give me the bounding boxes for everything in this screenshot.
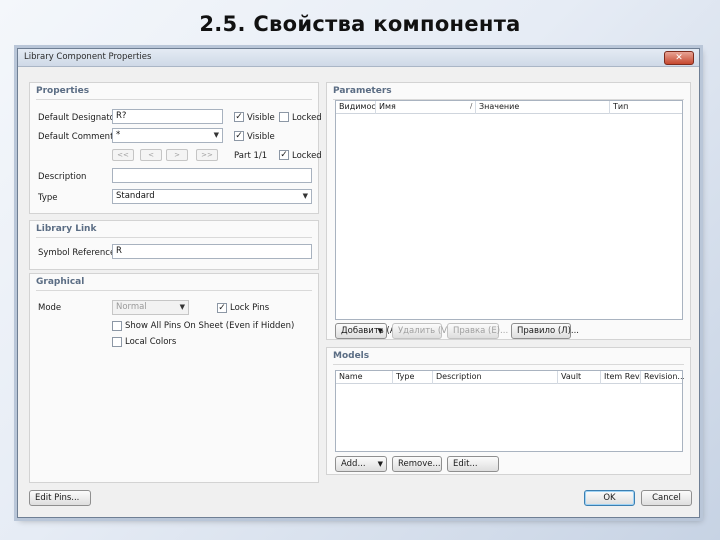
lock-pins-checkbox[interactable]: ✓: [217, 303, 227, 313]
ok-button[interactable]: OK: [584, 490, 635, 506]
parameters-rule-button[interactable]: Правило (Л)...: [511, 323, 579, 339]
dialog-titlebar: Library Component Properties ✕: [18, 49, 699, 67]
column-header-model-description[interactable]: Description: [433, 371, 558, 384]
mode-value: Normal: [116, 302, 147, 312]
column-header-vault[interactable]: Vault: [558, 371, 601, 384]
part-locked-checkbox[interactable]: ✓: [279, 150, 289, 160]
column-header-model-type[interactable]: Type: [393, 371, 433, 384]
chevron-down-icon: ▼: [213, 131, 219, 139]
column-header-type[interactable]: Тип: [610, 101, 684, 114]
properties-panel: Properties Default Designator R? ✓ Visib…: [29, 82, 322, 214]
last-part-button[interactable]: >>: [196, 149, 218, 161]
previous-part-button[interactable]: <: [140, 149, 162, 161]
chevron-down-icon: ▼: [377, 327, 383, 335]
divider: [333, 364, 684, 365]
description-label: Description: [38, 172, 87, 182]
next-part-button[interactable]: >: [166, 149, 188, 161]
library-link-heading: Library Link: [36, 224, 97, 234]
models-grid-header: Name Type Description Vault Item Rev... …: [336, 371, 684, 384]
show-all-pins-label: Show All Pins On Sheet (Even if Hidden): [125, 321, 295, 331]
designator-locked-checkbox[interactable]: [279, 112, 289, 122]
models-heading: Models: [333, 351, 370, 361]
divider: [36, 290, 312, 291]
local-colors-label: Local Colors: [125, 337, 177, 347]
parameters-grid[interactable]: Видимос Имя / Значение Тип: [335, 100, 683, 320]
parameters-heading: Parameters: [333, 86, 392, 96]
lock-pins-label: Lock Pins: [230, 303, 270, 313]
designator-locked-label: Locked: [292, 113, 322, 123]
comment-visible-label: Visible: [247, 132, 275, 142]
sort-icon: /: [470, 102, 473, 110]
symbol-reference-label: Symbol Reference: [38, 248, 116, 258]
default-comment-combobox[interactable]: * ▼: [112, 128, 223, 143]
column-header-model-name[interactable]: Name: [336, 371, 393, 384]
part-locked-label: Locked: [292, 151, 322, 161]
default-designator-label: Default Designator: [38, 113, 119, 123]
models-remove-button[interactable]: Remove...: [392, 456, 442, 472]
description-field[interactable]: [112, 168, 312, 183]
models-grid[interactable]: Name Type Description Vault Item Rev... …: [335, 370, 684, 452]
type-label: Type: [38, 193, 58, 203]
column-header-value[interactable]: Значение: [476, 101, 610, 114]
parameters-edit-button[interactable]: Правка (E)...: [447, 323, 508, 339]
edit-pins-button[interactable]: Edit Pins...: [29, 490, 91, 506]
type-dropdown[interactable]: Standard ▼: [112, 189, 312, 204]
designator-visible-label: Visible: [247, 113, 275, 123]
models-add-label: Add...: [341, 459, 366, 469]
column-header-revision[interactable]: Revision...: [641, 371, 684, 384]
symbol-reference-field[interactable]: R: [112, 244, 312, 259]
part-indicator: Part 1/1: [234, 151, 268, 161]
mode-label: Mode: [38, 303, 62, 313]
close-button[interactable]: ✕: [664, 51, 694, 65]
properties-heading: Properties: [36, 86, 90, 96]
parameters-grid-header: Видимос Имя / Значение Тип: [336, 101, 682, 114]
parameters-panel: Parameters Видимос Имя / Значение Тип До…: [326, 82, 691, 340]
column-header-item-rev[interactable]: Item Rev...: [601, 371, 641, 384]
dialog-title: Library Component Properties: [24, 52, 152, 62]
type-value: Standard: [116, 191, 155, 201]
mode-dropdown[interactable]: Normal ▼: [112, 300, 189, 315]
default-comment-label: Default Comment: [38, 132, 114, 142]
models-panel: Models Name Type Description Vault Item …: [326, 347, 691, 475]
default-comment-value: *: [116, 130, 121, 140]
models-edit-button[interactable]: Edit...: [447, 456, 499, 472]
cancel-button[interactable]: Cancel: [641, 490, 692, 506]
library-link-panel: Library Link Symbol Reference R: [29, 220, 319, 270]
chevron-down-icon: ▼: [377, 460, 383, 468]
column-header-name[interactable]: Имя: [376, 101, 476, 114]
graphical-heading: Graphical: [36, 277, 85, 287]
models-add-button[interactable]: Add... ▼: [335, 456, 387, 472]
divider: [36, 99, 312, 100]
first-part-button[interactable]: <<: [112, 149, 134, 161]
show-all-pins-checkbox[interactable]: [112, 321, 122, 331]
parameters-add-button[interactable]: Добавить (A)... ▼: [335, 323, 407, 339]
local-colors-checkbox[interactable]: [112, 337, 122, 347]
designator-visible-checkbox[interactable]: ✓: [234, 112, 244, 122]
parameters-remove-button[interactable]: Удалить (V)...: [392, 323, 458, 339]
default-designator-field[interactable]: R?: [112, 109, 223, 124]
comment-visible-checkbox[interactable]: ✓: [234, 131, 244, 141]
divider: [36, 237, 312, 238]
chevron-down-icon: ▼: [302, 192, 308, 200]
column-header-visible[interactable]: Видимос: [336, 101, 376, 114]
slide-title: 2.5. Свойства компонента: [199, 12, 521, 36]
chevron-down-icon: ▼: [179, 303, 185, 311]
library-component-properties-dialog: Library Component Properties ✕ Propertie…: [17, 48, 700, 518]
graphical-panel: Graphical Mode Normal ▼ ✓ Lock Pins Show…: [29, 273, 319, 483]
